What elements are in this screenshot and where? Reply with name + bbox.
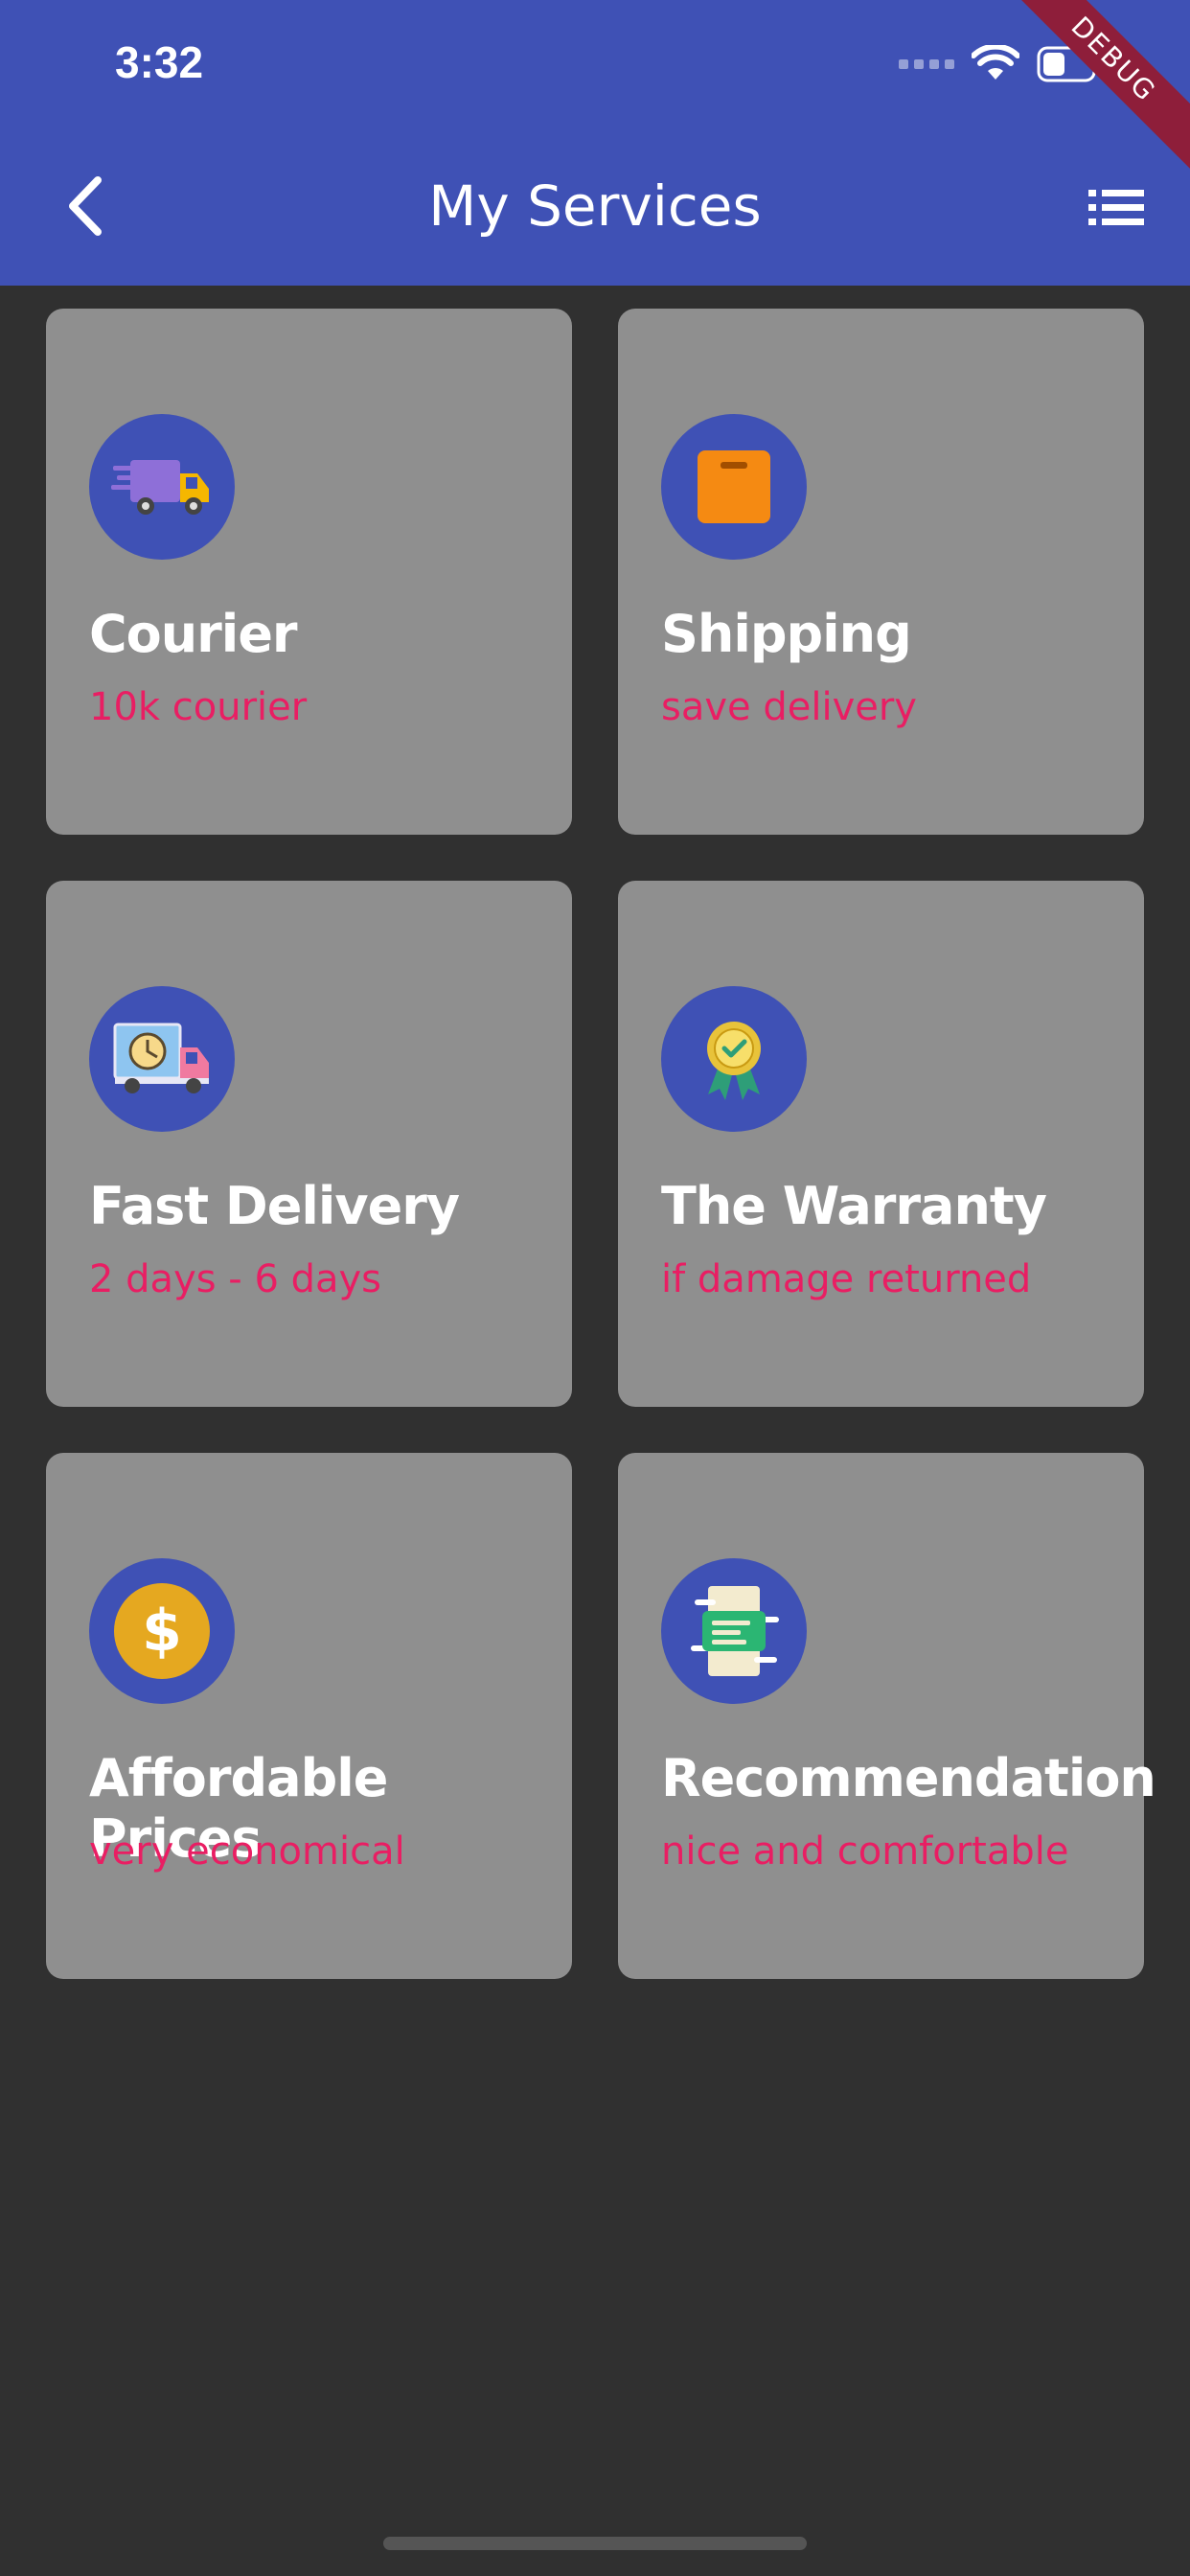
service-card-shipping[interactable]: Shipping save delivery (618, 309, 1144, 835)
service-subtitle: 10k courier (89, 685, 308, 729)
app-bar: 3:32 DEBUG My Services (0, 0, 1190, 286)
signal-icon (899, 59, 954, 69)
wifi-icon (972, 45, 1019, 80)
icon-circle (661, 986, 807, 1132)
list-icon (1088, 190, 1144, 225)
service-card-warranty[interactable]: The Warranty if damage returned (618, 881, 1144, 1407)
page-title: My Services (428, 173, 762, 239)
delivery-truck-icon (111, 460, 209, 515)
service-card-courier[interactable]: Courier 10k courier (46, 309, 572, 835)
status-time: 3:32 (115, 37, 204, 87)
service-subtitle: 2 days - 6 days (89, 1257, 382, 1301)
debug-banner: DEBUG (995, 0, 1190, 178)
service-title: Shipping (661, 604, 912, 664)
icon-circle (89, 986, 235, 1132)
icon-circle (661, 1558, 807, 1704)
icon-circle (661, 414, 807, 560)
home-indicator[interactable] (383, 2537, 807, 2550)
service-subtitle: nice and comfortable (661, 1829, 1069, 1874)
icon-circle (89, 414, 235, 560)
service-title: Fast Delivery (89, 1176, 460, 1236)
list-menu-button[interactable] (1087, 184, 1148, 232)
service-card-recommendation[interactable]: Recommendation nice and comfortable (618, 1453, 1156, 1979)
service-card-affordable-prices[interactable]: $ Affordable Prices very economical (46, 1453, 572, 1979)
service-title: Courier (89, 604, 298, 664)
message-card-icon (691, 1586, 779, 1676)
service-card-fast-delivery[interactable]: Fast Delivery 2 days - 6 days (46, 881, 572, 1407)
award-badge-icon (707, 1022, 761, 1100)
package-box-icon (698, 450, 770, 523)
service-subtitle: if damage returned (661, 1257, 1032, 1301)
service-title: The Warranty (661, 1176, 1047, 1236)
service-subtitle: very economical (89, 1829, 405, 1874)
icon-circle: $ (89, 1558, 235, 1704)
service-subtitle: save delivery (661, 685, 917, 729)
dollar-coin-icon: $ (114, 1583, 210, 1679)
service-title: Recommendation (661, 1748, 1156, 1808)
svg-text:$: $ (142, 1598, 182, 1665)
clock-truck-icon (113, 1023, 209, 1093)
